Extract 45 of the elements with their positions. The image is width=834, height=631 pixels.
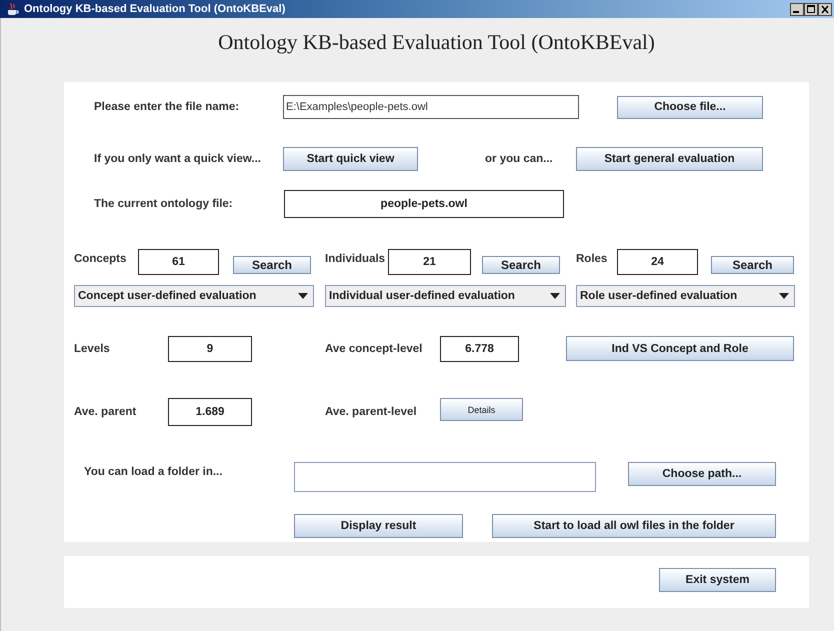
file-name-field[interactable]: E:\Examples\people-pets.owl — [283, 95, 579, 119]
load-folder-label: You can load a folder in... — [84, 465, 224, 478]
count-field: 24 — [617, 249, 698, 275]
evaluation-dropdown[interactable]: Individual user-defined evaluation — [325, 285, 566, 307]
dropdown-arrow-icon — [298, 293, 308, 299]
levels-field: 9 — [168, 336, 252, 362]
or-label: or you can... — [485, 153, 554, 165]
search-button[interactable]: Search — [482, 256, 560, 274]
count-field: 61 — [138, 249, 219, 275]
window-title: Ontology KB-based Evaluation Tool (OntoKBEval) — [24, 3, 286, 15]
cup-icon — [6, 2, 20, 16]
dropdown-arrow-icon — [779, 293, 789, 299]
evaluation-dropdown[interactable]: Concept user-defined evaluation — [74, 285, 314, 307]
levels-label: Levels — [74, 343, 111, 355]
maximize-icon[interactable] — [804, 2, 818, 16]
details-button[interactable]: Details — [440, 398, 523, 421]
folder-path-field[interactable] — [294, 462, 596, 492]
quick-view-label: If you only want a quick view... — [94, 153, 262, 165]
count-field: 21 — [388, 249, 471, 275]
current-file-label: The current ontology file: — [94, 198, 234, 210]
choose-path-button[interactable]: Choose path... — [628, 462, 776, 486]
count-label: Individuals — [325, 252, 386, 265]
evaluation-dropdown[interactable]: Role user-defined evaluation — [576, 285, 795, 307]
ave-parent-field: 1.689 — [168, 398, 252, 426]
load-all-files-button[interactable]: Start to load all owl files in the folder — [492, 514, 776, 538]
search-button[interactable]: Search — [233, 256, 311, 274]
choose-file-button[interactable]: Choose file... — [617, 96, 763, 118]
file-name-label: Please enter the file name: — [94, 101, 240, 113]
ind-vs-concept-button[interactable]: Ind VS Concept and Role — [566, 336, 794, 361]
ave-parent-label: Ave. parent — [74, 406, 138, 418]
dropdown-arrow-icon — [550, 293, 560, 299]
ave-parent-level-label: Ave. parent-level — [325, 406, 418, 418]
quick-view-button[interactable]: Start quick view — [283, 147, 418, 171]
display-result-button[interactable]: Display result — [294, 514, 463, 538]
search-button[interactable]: Search — [711, 256, 794, 274]
general-evaluation-button[interactable]: Start general evaluation — [576, 147, 763, 171]
exit-button[interactable]: Exit system — [659, 568, 776, 592]
app-heading: Ontology KB-based Evaluation Tool (OntoKBEval) — [217, 29, 656, 56]
minimize-icon[interactable] — [790, 2, 804, 16]
current-file-field: people-pets.owl — [284, 190, 564, 218]
ave-concept-level-field: 6.778 — [440, 336, 519, 362]
count-label: Roles — [576, 252, 608, 265]
close-icon[interactable] — [818, 2, 832, 16]
ave-concept-level-label: Ave concept-level — [325, 343, 424, 355]
count-label: Concepts — [74, 252, 128, 265]
